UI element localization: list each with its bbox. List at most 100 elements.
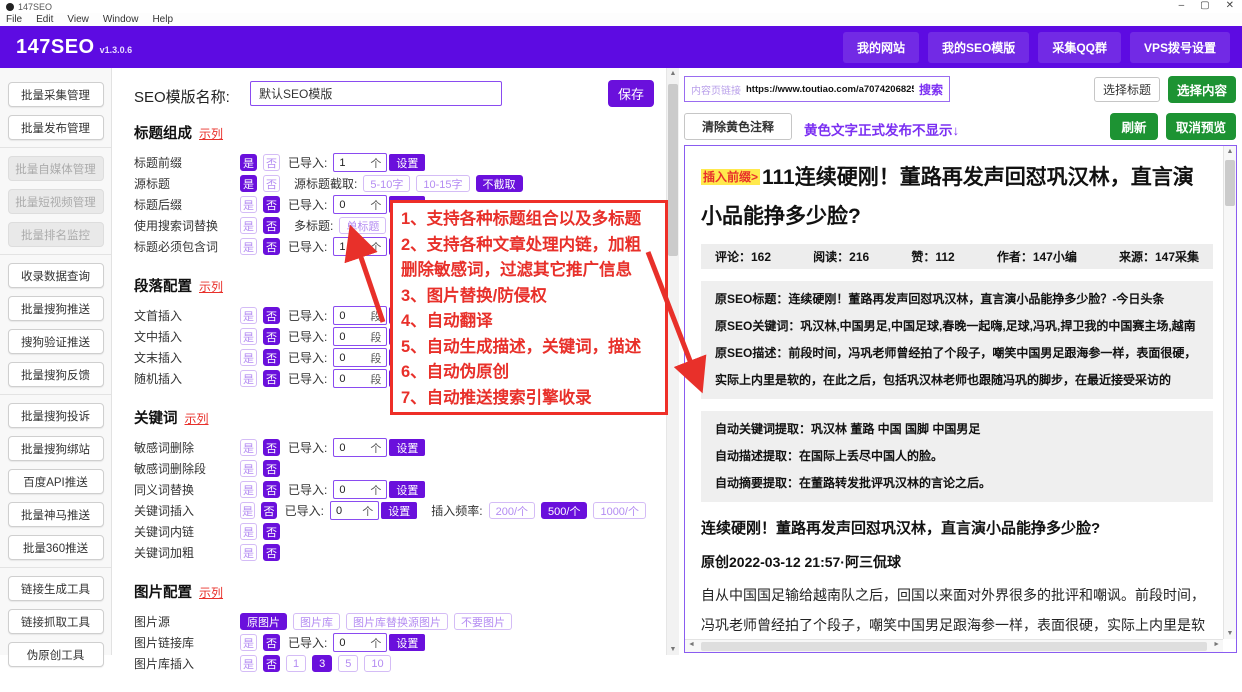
sidebar-item-link-grab-tool[interactable]: 链接抓取工具 xyxy=(8,609,104,634)
settings-button[interactable]: 设置 xyxy=(389,154,425,171)
toggle-yes[interactable]: 是 xyxy=(240,634,257,651)
option-chip[interactable]: 5 xyxy=(338,655,358,672)
toggle-no[interactable]: 否 xyxy=(263,154,280,171)
toggle-yes[interactable]: 是 xyxy=(240,370,257,387)
sidebar-item-batch-shenma-push[interactable]: 批量神马推送 xyxy=(8,502,104,527)
imported-count-input[interactable]: 0个 xyxy=(333,195,387,214)
toggle-yes[interactable]: 是 xyxy=(240,238,257,255)
scroll-right-icon[interactable]: ► xyxy=(1213,641,1220,648)
sidebar-item-link-generate-tool[interactable]: 链接生成工具 xyxy=(8,576,104,601)
toggle-yes[interactable]: 是 xyxy=(240,349,257,366)
sidebar-item-sogou-verify-push[interactable]: 搜狗验证推送 xyxy=(8,329,104,354)
toggle-no[interactable]: 否 xyxy=(263,460,280,477)
imported-count-input[interactable]: 1个 xyxy=(333,237,387,256)
toggle-no[interactable]: 否 xyxy=(263,370,280,387)
option-chip[interactable]: 不截取 xyxy=(476,175,523,192)
imported-count-input[interactable]: 0段 xyxy=(333,369,387,388)
imported-count-input[interactable]: 0个 xyxy=(333,633,387,652)
toggle-yes[interactable]: 是 xyxy=(240,481,257,498)
nav-vps-dial-settings[interactable]: VPS拨号设置 xyxy=(1130,32,1230,63)
settings-button[interactable]: 设置 xyxy=(389,634,425,651)
option-chip[interactable]: 图片库 xyxy=(293,613,340,630)
toggle-no[interactable]: 否 xyxy=(263,439,280,456)
imported-count-input[interactable]: 0个 xyxy=(333,480,387,499)
sidebar-item-baidu-api-push[interactable]: 百度API推送 xyxy=(8,469,104,494)
option-chip[interactable]: 10-15字 xyxy=(416,175,469,192)
sidebar-item-batch-publish-management[interactable]: 批量发布管理 xyxy=(8,115,104,140)
toggle-yes[interactable]: 是 xyxy=(240,328,257,345)
section-example-link[interactable]: 示列 xyxy=(199,586,223,600)
cancel-preview-button[interactable]: 取消预览 xyxy=(1166,113,1236,140)
toggle-no[interactable]: 否 xyxy=(263,481,280,498)
option-chip[interactable]: 不要图片 xyxy=(454,613,512,630)
toggle-yes[interactable]: 是 xyxy=(240,439,257,456)
toggle-yes[interactable]: 是 xyxy=(240,502,255,519)
menu-item-edit[interactable]: Edit xyxy=(36,14,53,25)
option-chip[interactable]: 1000/个 xyxy=(593,502,646,519)
scroll-down-icon[interactable]: ▼ xyxy=(1224,630,1236,637)
scrollbar-thumb[interactable] xyxy=(1225,160,1235,206)
toggle-no[interactable]: 否 xyxy=(263,328,280,345)
preview-horizontal-scrollbar[interactable]: ◄ ► xyxy=(685,639,1223,652)
sidebar-item-batch-sogou-push[interactable]: 批量搜狗推送 xyxy=(8,296,104,321)
imported-count-input[interactable]: 1个 xyxy=(333,153,387,172)
option-chip[interactable]: 原图片 xyxy=(240,613,287,630)
toggle-no[interactable]: 否 xyxy=(263,238,280,255)
option-chip[interactable]: 3 xyxy=(312,655,332,672)
imported-count-input[interactable]: 0段 xyxy=(333,348,387,367)
toggle-yes[interactable]: 是 xyxy=(240,523,257,540)
scrollbar-thumb[interactable] xyxy=(668,84,678,256)
toggle-yes[interactable]: 是 xyxy=(240,154,257,171)
option-chip[interactable]: 500/个 xyxy=(541,502,587,519)
minimize-icon[interactable]: – xyxy=(1179,0,1185,11)
imported-count-input[interactable]: 0段 xyxy=(333,327,387,346)
settings-button[interactable]: 设置 xyxy=(389,481,425,498)
sidebar-item-batch-360-push[interactable]: 批量360推送 xyxy=(8,535,104,560)
option-chip[interactable]: 10 xyxy=(364,655,390,672)
menu-item-help[interactable]: Help xyxy=(152,14,173,25)
imported-count-input[interactable]: 0个 xyxy=(330,501,379,520)
toggle-no[interactable]: 否 xyxy=(263,655,280,672)
toggle-no[interactable]: 否 xyxy=(263,217,280,234)
toggle-no[interactable]: 否 xyxy=(263,634,280,651)
select-title-button[interactable]: 选择标题 xyxy=(1094,77,1160,102)
section-example-link[interactable]: 示列 xyxy=(199,127,223,141)
nav-my-seo-template[interactable]: 我的SEO模版 xyxy=(928,32,1029,63)
clear-yellow-notes-button[interactable]: 清除黄色注释 xyxy=(684,113,792,140)
save-button[interactable]: 保存 xyxy=(608,80,654,107)
toggle-no[interactable]: 否 xyxy=(263,544,280,561)
menu-item-file[interactable]: File xyxy=(6,14,22,25)
content-url-box[interactable]: 内容页链接 https://www.toutiao.com/a707420682… xyxy=(684,76,950,102)
toggle-no[interactable]: 否 xyxy=(261,502,276,519)
preview-vertical-scrollbar[interactable]: ▲ ▼ xyxy=(1223,146,1236,639)
option-chip[interactable]: 图片库替换源图片 xyxy=(346,613,448,630)
settings-button[interactable]: 设置 xyxy=(381,502,417,519)
sidebar-item-index-data-query[interactable]: 收录数据查询 xyxy=(8,263,104,288)
scroll-left-icon[interactable]: ◄ xyxy=(688,641,695,648)
imported-count-input[interactable]: 0个 xyxy=(333,438,387,457)
toggle-no[interactable]: 否 xyxy=(263,523,280,540)
imported-count-input[interactable]: 0段 xyxy=(333,306,387,325)
scroll-down-icon[interactable]: ▼ xyxy=(667,646,679,653)
select-content-button[interactable]: 选择内容 xyxy=(1168,76,1236,103)
sidebar-item-batch-sogou-complaint[interactable]: 批量搜狗投诉 xyxy=(8,403,104,428)
toggle-yes[interactable]: 是 xyxy=(240,307,257,324)
scroll-up-icon[interactable]: ▲ xyxy=(667,70,679,77)
option-chip[interactable]: 200/个 xyxy=(489,502,535,519)
toggle-yes[interactable]: 是 xyxy=(240,196,257,213)
toggle-yes[interactable]: 是 xyxy=(240,217,257,234)
template-name-input[interactable] xyxy=(250,81,502,106)
toggle-yes[interactable]: 是 xyxy=(240,460,257,477)
section-example-link[interactable]: 示列 xyxy=(199,280,223,294)
toggle-yes[interactable]: 是 xyxy=(240,175,257,192)
nav-my-website[interactable]: 我的网站 xyxy=(843,32,919,63)
toggle-yes[interactable]: 是 xyxy=(240,544,257,561)
refresh-button[interactable]: 刷新 xyxy=(1110,113,1158,140)
toggle-no[interactable]: 否 xyxy=(263,196,280,213)
scrollbar-thumb[interactable] xyxy=(701,642,1207,651)
settings-button[interactable]: 设置 xyxy=(389,439,425,456)
toggle-no[interactable]: 否 xyxy=(263,175,280,192)
toggle-yes[interactable]: 是 xyxy=(240,655,257,672)
section-example-link[interactable]: 示列 xyxy=(185,412,209,426)
menu-item-window[interactable]: Window xyxy=(103,14,139,25)
